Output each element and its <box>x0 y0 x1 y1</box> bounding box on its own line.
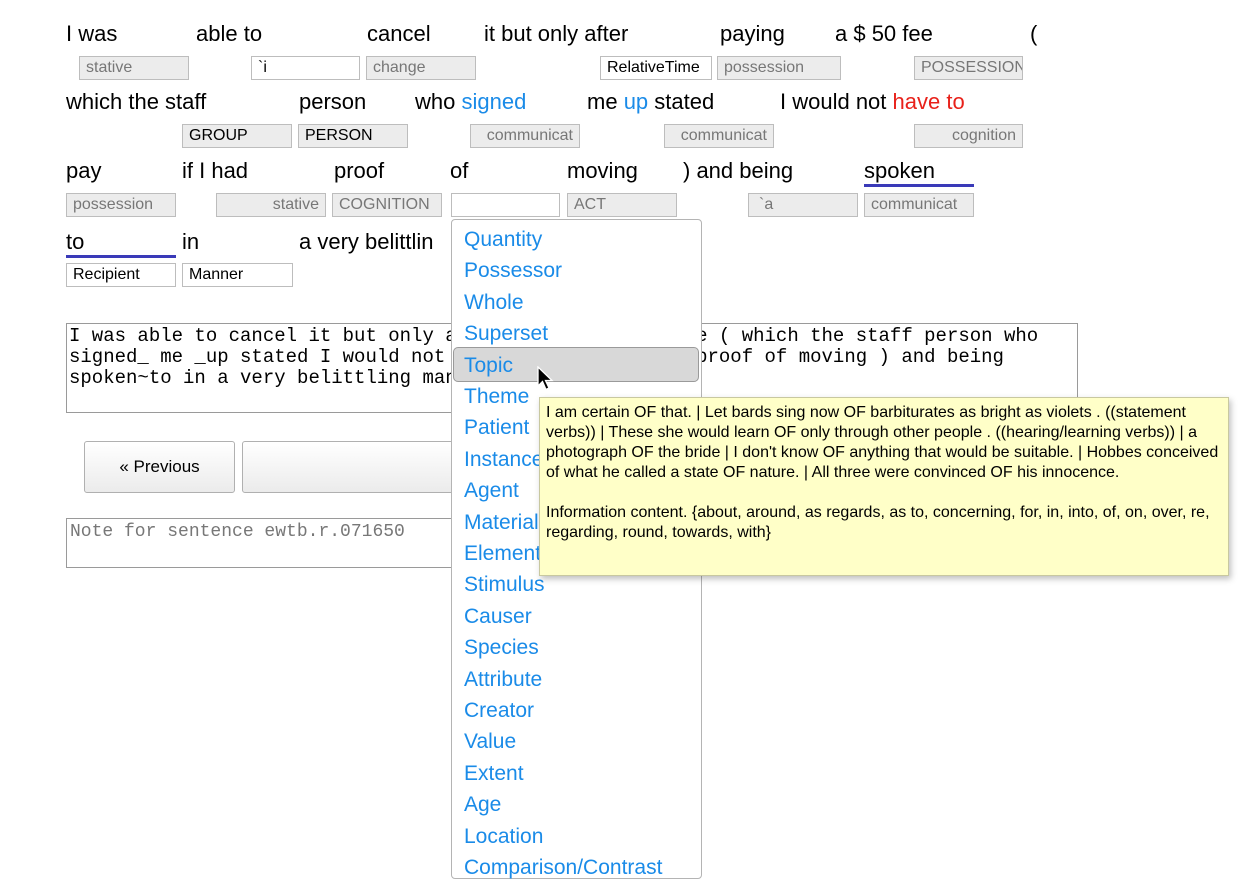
token-proof[interactable]: proof <box>334 158 384 184</box>
dropdown-option-creator[interactable]: Creator <box>464 698 534 724</box>
token-spoken[interactable]: spoken <box>864 158 974 187</box>
dropdown-option-agent[interactable]: Agent <box>464 478 519 504</box>
token-a-very-belittling[interactable]: a very belittlin <box>299 229 434 255</box>
dropdown-option-possessor[interactable]: Possessor <box>464 258 562 284</box>
tag-communicat-2[interactable]: communicat <box>664 124 774 148</box>
tag-stative[interactable]: stative <box>79 56 189 80</box>
token-in[interactable]: in <box>182 229 199 255</box>
dropdown-option-causer[interactable]: Causer <box>464 604 532 630</box>
dropdown-option-whole[interactable]: Whole <box>464 290 524 316</box>
token-pay[interactable]: pay <box>66 158 101 184</box>
tag-possession-2[interactable]: possession <box>66 193 176 217</box>
tooltip-popup: I am certain OF that. | Let bards sing n… <box>539 397 1229 576</box>
token-it-but-only-after[interactable]: it but only after <box>484 21 628 47</box>
token-to[interactable]: to <box>66 229 176 258</box>
tag-act[interactable]: ACT <box>567 193 677 217</box>
token-cancel[interactable]: cancel <box>367 21 431 47</box>
tag-i[interactable]: `i <box>251 56 360 80</box>
token-person[interactable]: person <box>299 89 366 115</box>
dropdown-option-instance[interactable]: Instance <box>464 447 543 473</box>
token-have-to[interactable]: have to <box>893 89 965 114</box>
tag-communicat-3[interactable]: communicat <box>864 193 974 217</box>
token-signed[interactable]: signed <box>461 89 526 114</box>
token-i-was[interactable]: I was <box>66 21 117 47</box>
tag-possession[interactable]: possession <box>717 56 841 80</box>
token-open-paren[interactable]: ( <box>1030 21 1037 47</box>
dropdown-option-age[interactable]: Age <box>464 792 501 818</box>
tag-stative-2[interactable]: stative <box>216 193 326 217</box>
dropdown-option-patient[interactable]: Patient <box>464 415 529 441</box>
dropdown-option-extent[interactable]: Extent <box>464 761 524 787</box>
token-i-would-not: I would not <box>780 89 893 114</box>
token-i-would-not-have-to[interactable]: I would not have to <box>780 89 965 115</box>
tag-relativetime[interactable]: RelativeTime <box>600 56 712 80</box>
dropdown-option-superset[interactable]: Superset <box>464 321 548 347</box>
dropdown-option-element[interactable]: Element <box>464 541 541 567</box>
tag-group[interactable]: GROUP <box>182 124 292 148</box>
token-me-up-stated[interactable]: me up stated <box>587 89 714 115</box>
tag-of-input[interactable] <box>451 193 560 217</box>
token-stated: stated <box>648 89 715 114</box>
tag-manner[interactable]: Manner <box>182 263 293 287</box>
dropdown-option-quantity[interactable]: Quantity <box>464 227 542 253</box>
dropdown-option-value[interactable]: Value <box>464 729 516 755</box>
tooltip-examples: I am certain OF that. | Let bards sing n… <box>546 404 1219 481</box>
dropdown-option-attribute[interactable]: Attribute <box>464 667 542 693</box>
token-able-to[interactable]: able to <box>196 21 262 47</box>
token-fee[interactable]: a $ 50 fee <box>835 21 933 47</box>
tag-communicat-1[interactable]: communicat <box>470 124 580 148</box>
tag-cognition[interactable]: cognition <box>914 124 1023 148</box>
token-paying[interactable]: paying <box>720 21 785 47</box>
previous-button[interactable]: « Previous <box>84 441 235 493</box>
tag-cognition-upper[interactable]: COGNITION <box>332 193 442 217</box>
tag-a[interactable]: `a <box>748 193 858 217</box>
token-of[interactable]: of <box>450 158 468 184</box>
tag-recipient[interactable]: Recipient <box>66 263 176 287</box>
token-who-signed[interactable]: who signed <box>415 89 526 115</box>
tag-person[interactable]: PERSON <box>298 124 408 148</box>
dropdown-option-topic[interactable]: Topic <box>464 353 513 379</box>
dropdown-option-theme[interactable]: Theme <box>464 384 529 410</box>
token-which-the-staff[interactable]: which the staff <box>66 89 206 115</box>
token-me: me <box>587 89 624 114</box>
mouse-cursor-icon <box>537 366 554 391</box>
token-who: who <box>415 89 462 114</box>
dropdown-option-species[interactable]: Species <box>464 635 539 661</box>
dropdown-option-comparison-contrast[interactable]: Comparison/Contrast <box>464 855 662 881</box>
dropdown-option-material[interactable]: Material <box>464 510 539 536</box>
tooltip-definition: Information content. {about, around, as … <box>546 504 1210 541</box>
token-and-being[interactable]: ) and being <box>683 158 793 184</box>
dropdown-option-location[interactable]: Location <box>464 824 543 850</box>
dropdown-option-stimulus[interactable]: Stimulus <box>464 572 545 598</box>
tag-possession-upper[interactable]: POSSESSION <box>914 56 1023 80</box>
token-if-i-had[interactable]: if I had <box>182 158 248 184</box>
tag-change[interactable]: change <box>366 56 476 80</box>
token-up[interactable]: up <box>624 89 648 114</box>
token-moving[interactable]: moving <box>567 158 638 184</box>
